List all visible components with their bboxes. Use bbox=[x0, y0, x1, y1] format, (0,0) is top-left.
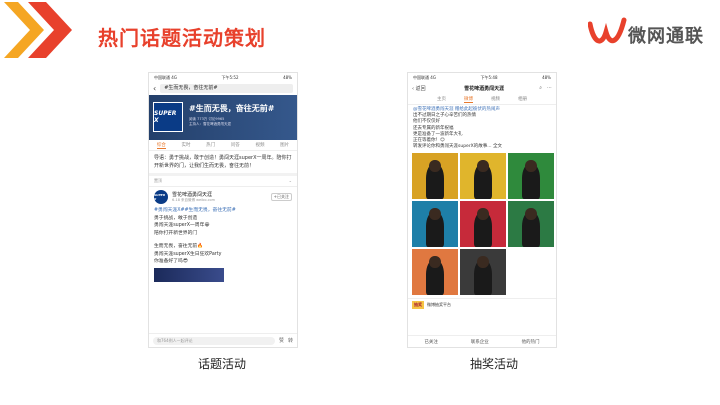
chevron-logo-icon bbox=[4, 2, 72, 58]
tab-video[interactable]: 视频 bbox=[491, 96, 500, 102]
search-bar[interactable]: ‹ #生而无畏，奋往无前# bbox=[149, 82, 297, 95]
post-author[interactable]: 雪花啤酒勇闯天涯 bbox=[172, 191, 215, 198]
repost-button[interactable]: 转 bbox=[288, 337, 293, 344]
section-header: 置顶 ⌄ bbox=[149, 176, 297, 187]
more-icon[interactable]: ⋯ bbox=[547, 85, 552, 91]
search-input[interactable]: #生而无畏，奋往无前# bbox=[160, 84, 293, 93]
topic-guide: 导语：勇于挑战，敢于创造！勇闯天涯superX一周年。陪你打开新世界的门，让我们… bbox=[149, 151, 297, 176]
topic-caption: 话题活动 bbox=[198, 357, 247, 371]
photo-thumbnail[interactable] bbox=[412, 153, 458, 200]
host-line: 主持人：雪花啤酒勇闯天涯 bbox=[189, 122, 231, 126]
post-line: 陪你打开新世界的门 bbox=[154, 230, 198, 236]
follow-button[interactable]: +已关注 bbox=[270, 193, 292, 201]
person-head bbox=[477, 255, 489, 268]
post-line: 勇闯天涯superX一周年😀 bbox=[154, 223, 210, 228]
post-line: 你准备好了吗😎 bbox=[154, 259, 188, 264]
avatar-text: SUPER X bbox=[154, 110, 177, 124]
person-head bbox=[525, 207, 537, 220]
photo-thumbnail[interactable] bbox=[508, 249, 554, 296]
tab-shipin[interactable]: 视频 bbox=[255, 142, 264, 148]
tab-tupian[interactable]: 图片 bbox=[280, 142, 289, 148]
photo-thumbnail[interactable] bbox=[460, 201, 506, 248]
lottery-text: 微博抽奖平台 bbox=[427, 302, 451, 308]
post-body: #勇闯天涯X##生而无畏，奋往无前# 勇于挑战，敢于创造 勇闯天涯superX一… bbox=[149, 207, 297, 266]
contact-button[interactable]: 联系企业 bbox=[471, 339, 489, 345]
topic-hero: SUPER X #生而无畏，奋往无前# 阅读 773万 讨论9965 主持人：雪… bbox=[149, 95, 297, 140]
post-line: 勇于挑战，敢于创造 bbox=[154, 215, 198, 221]
post-line: 生而无畏，奋往无前🔥 bbox=[154, 244, 204, 249]
comment-input[interactable]: 和764例人一起评论 bbox=[153, 336, 275, 345]
person-head bbox=[525, 159, 537, 172]
post-meta: 6-18 来自微博 weibo.com bbox=[172, 198, 216, 202]
post-text: @雪花啤酒勇闯天涯 赠给此起彼伏的热闹声 出不过期日之子心辛苦们的热情 他们不仅… bbox=[408, 105, 556, 152]
back-icon[interactable]: ‹ bbox=[153, 84, 156, 93]
brand-name: 微网通联 bbox=[628, 26, 704, 47]
post-tags[interactable]: #勇闯天涯X##生而无畏，奋往无前# bbox=[154, 207, 292, 215]
avatar-text: SUPER X bbox=[154, 193, 166, 201]
tab-album[interactable]: 相册 bbox=[518, 96, 527, 102]
section-label: 置顶 bbox=[154, 178, 162, 183]
photo-thumbnail[interactable] bbox=[508, 201, 554, 248]
post-line: 勇闯天涯superX生日狂欢Party bbox=[154, 251, 222, 257]
person-head bbox=[429, 255, 441, 268]
status-bar: 中国联通 4G 下午5:48 48% bbox=[408, 73, 556, 82]
account-name: 雪花啤酒勇闯天涯 bbox=[464, 85, 505, 92]
photo-thumbnail[interactable] bbox=[412, 249, 458, 296]
topic-avatar: SUPER X bbox=[153, 102, 183, 132]
chevron-down-icon[interactable]: ⌄ bbox=[289, 178, 292, 184]
lottery-caption: 抽奖活动 bbox=[470, 357, 519, 371]
person-head bbox=[429, 159, 441, 172]
tab-weibo[interactable]: 微博 bbox=[464, 96, 473, 103]
topic-tabs: 综合 实时 热门 问答 视频 图片 bbox=[149, 140, 297, 151]
clock: 下午5:48 bbox=[480, 74, 498, 80]
tab-remen[interactable]: 热门 bbox=[206, 142, 215, 148]
post-header: SUPER X 雪花啤酒勇闯天涯 6-18 来自微博 weibo.com +已关… bbox=[149, 187, 297, 207]
photo-grid bbox=[408, 152, 556, 296]
profile-tabs: 主页 微博 视频 相册 bbox=[408, 94, 556, 105]
battery: 48% bbox=[283, 75, 292, 80]
carrier: 中国联通 4G bbox=[413, 74, 436, 80]
tab-home[interactable]: 主页 bbox=[437, 96, 446, 102]
search-icon[interactable]: ⌕ bbox=[539, 85, 542, 91]
person-head bbox=[477, 159, 489, 172]
hot-button[interactable]: 他的热门 bbox=[522, 339, 540, 345]
like-button[interactable]: 赞 bbox=[279, 337, 284, 344]
followed-button[interactable]: 已关注 bbox=[424, 339, 438, 345]
person-head bbox=[429, 207, 441, 220]
post-image[interactable] bbox=[154, 267, 224, 282]
comment-bar: 和764例人一起评论 赞 转 bbox=[149, 333, 297, 347]
photo-thumbnail[interactable] bbox=[412, 201, 458, 248]
lottery-badge: 抽奖 bbox=[412, 301, 424, 310]
topic-title: #生而无畏，奋往无前# bbox=[189, 104, 275, 113]
battery: 48% bbox=[542, 75, 551, 80]
profile-nav: ‹ 返回 雪花啤酒勇闯天涯 ⌕ ⋯ bbox=[408, 82, 556, 94]
topic-phone-screenshot: 中国联通 4G 下午5:52 48% ‹ #生而无畏，奋往无前# SUPER X… bbox=[148, 72, 298, 348]
avatar[interactable]: SUPER X bbox=[154, 190, 168, 204]
photo-thumbnail[interactable] bbox=[508, 153, 554, 200]
clock: 下午5:52 bbox=[221, 74, 239, 80]
back-button[interactable]: ‹ 返回 bbox=[412, 85, 434, 92]
status-bar: 中国联通 4G 下午5:52 48% bbox=[149, 73, 297, 82]
post-line: 转发评论你和勇闯天涯superX的故事... 全文 bbox=[413, 144, 502, 150]
person-head bbox=[477, 207, 489, 220]
profile-bottom-bar: 已关注 联系企业 他的热门 bbox=[408, 335, 556, 347]
photo-thumbnail[interactable] bbox=[460, 249, 506, 296]
tab-zonghe[interactable]: 综合 bbox=[156, 142, 166, 149]
slide-title: 热门话题活动策划 bbox=[98, 26, 266, 50]
tab-shishi[interactable]: 实时 bbox=[181, 142, 190, 148]
topic-stats: 阅读 773万 讨论9965 主持人：雪花啤酒勇闯天涯 bbox=[189, 117, 231, 127]
tab-wenda[interactable]: 问答 bbox=[231, 142, 240, 148]
lottery-phone-screenshot: 中国联通 4G 下午5:48 48% ‹ 返回 雪花啤酒勇闯天涯 ⌕ ⋯ 主页 … bbox=[407, 72, 557, 348]
photo-thumbnail[interactable] bbox=[460, 153, 506, 200]
lottery-card[interactable]: 抽奖 微博抽奖平台 bbox=[408, 298, 556, 311]
carrier: 中国联通 4G bbox=[154, 74, 177, 80]
